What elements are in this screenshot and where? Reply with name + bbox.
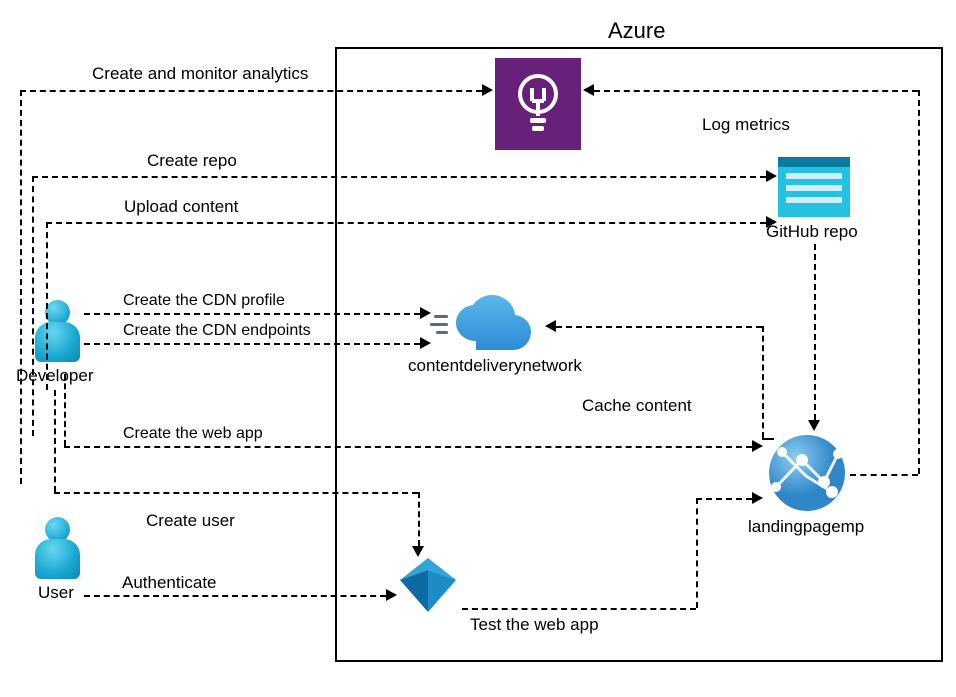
flow-create-monitor: Create and monitor analytics xyxy=(92,64,308,84)
flow-create-web-app: Create the web app xyxy=(123,425,263,443)
flow-create-cdn-endpoints: Create the CDN endpoints xyxy=(123,322,311,340)
flow-authenticate: Authenticate xyxy=(122,573,217,593)
developer-icon xyxy=(35,300,80,362)
flow-create-repo: Create repo xyxy=(147,151,237,171)
developer-label: Developer xyxy=(16,366,94,386)
web-app-label: landingpagemp xyxy=(748,517,864,537)
flow-create-user: Create user xyxy=(146,511,235,531)
azure-title: Azure xyxy=(608,18,665,44)
github-repo-icon xyxy=(778,157,850,217)
flow-upload-content: Upload content xyxy=(124,197,238,217)
azure-ad-icon xyxy=(398,558,458,612)
flow-create-cdn-profile: Create the CDN profile xyxy=(123,292,285,310)
cdn-icon xyxy=(452,295,542,351)
user-icon xyxy=(35,517,80,579)
flow-test-web-app: Test the web app xyxy=(470,615,599,635)
flow-log-metrics: Log metrics xyxy=(702,115,790,135)
application-insights-icon xyxy=(495,58,581,150)
cloud-motion-lines-icon xyxy=(430,315,452,337)
github-repo-label: GitHub repo xyxy=(766,222,858,242)
cdn-label: contentdeliverynetwork xyxy=(408,356,582,376)
web-app-icon xyxy=(766,432,848,514)
user-label: User xyxy=(38,583,74,603)
architecture-diagram: Azure Developer User GitHub repo xyxy=(0,0,956,697)
flow-cache-content: Cache content xyxy=(582,396,692,416)
